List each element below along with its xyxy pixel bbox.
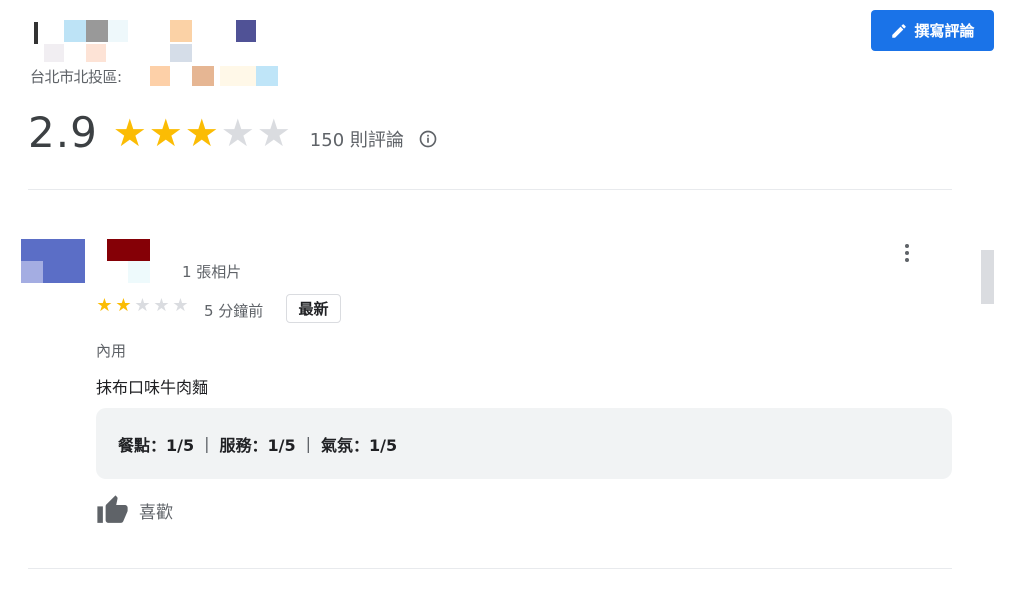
separator: | <box>305 434 312 453</box>
service-rating: 服務：1/5 <box>219 435 296 455</box>
rating-summary: 2.9 ★ ★ ★ ★ ★ 150 則評論 <box>28 108 438 157</box>
atmosphere-rating: 氣氛：1/5 <box>321 435 398 455</box>
more-vert-icon <box>905 244 909 248</box>
star-filled-icon: ★ <box>112 110 147 155</box>
food-rating: 餐點：1/5 <box>118 435 195 455</box>
scrollbar-thumb[interactable] <box>981 250 994 304</box>
star-empty-icon: ★ <box>134 295 151 316</box>
pen-icon <box>892 23 907 38</box>
review-text: 抹布口味牛肉麵 <box>96 378 209 397</box>
business-address: 台北市北投區: <box>30 68 122 86</box>
star-filled-icon: ★ <box>148 110 183 155</box>
reviews-page: 撰寫評論 台北市北投區: 2.9 ★★★★★ 150 則評論 1 張相片 <box>0 0 1024 609</box>
divider <box>28 189 952 190</box>
info-icon[interactable] <box>418 129 438 149</box>
like-label: 喜歡 <box>139 503 173 523</box>
divider <box>28 568 952 569</box>
review-time: 5 分鐘前 <box>204 302 264 320</box>
newest-badge: 最新 <box>286 294 341 323</box>
more-options-button[interactable] <box>896 240 918 266</box>
average-rating: 2.9 <box>28 108 98 157</box>
reviewer-photo-count: 1 張相片 <box>182 263 242 281</box>
like-button[interactable]: 喜歡 <box>96 494 173 527</box>
rating-stars: ★ ★ ★ ★ ★ <box>112 113 292 153</box>
star-empty-icon: ★ <box>153 295 170 316</box>
write-review-label: 撰寫評論 <box>914 22 975 40</box>
star-filled-icon: ★ <box>96 295 113 316</box>
review-stars: ★ ★ ★ ★ ★ <box>95 296 190 316</box>
service-type: 內用 <box>96 342 127 360</box>
sub-ratings-panel: 餐點：1/5 | 服務：1/5 | 氣氛：1/5 <box>96 408 952 479</box>
star-filled-icon: ★ <box>184 110 219 155</box>
star-filled-icon: ★ <box>115 295 132 316</box>
star-empty-icon: ★ <box>172 295 189 316</box>
write-review-button[interactable]: 撰寫評論 <box>871 10 994 51</box>
separator: | <box>204 434 210 453</box>
review-count: 150 則評論 <box>309 129 404 151</box>
thumb-up-icon <box>97 495 128 523</box>
star-empty-icon: ★ <box>256 110 291 155</box>
star-empty-icon: ★ <box>220 110 255 155</box>
